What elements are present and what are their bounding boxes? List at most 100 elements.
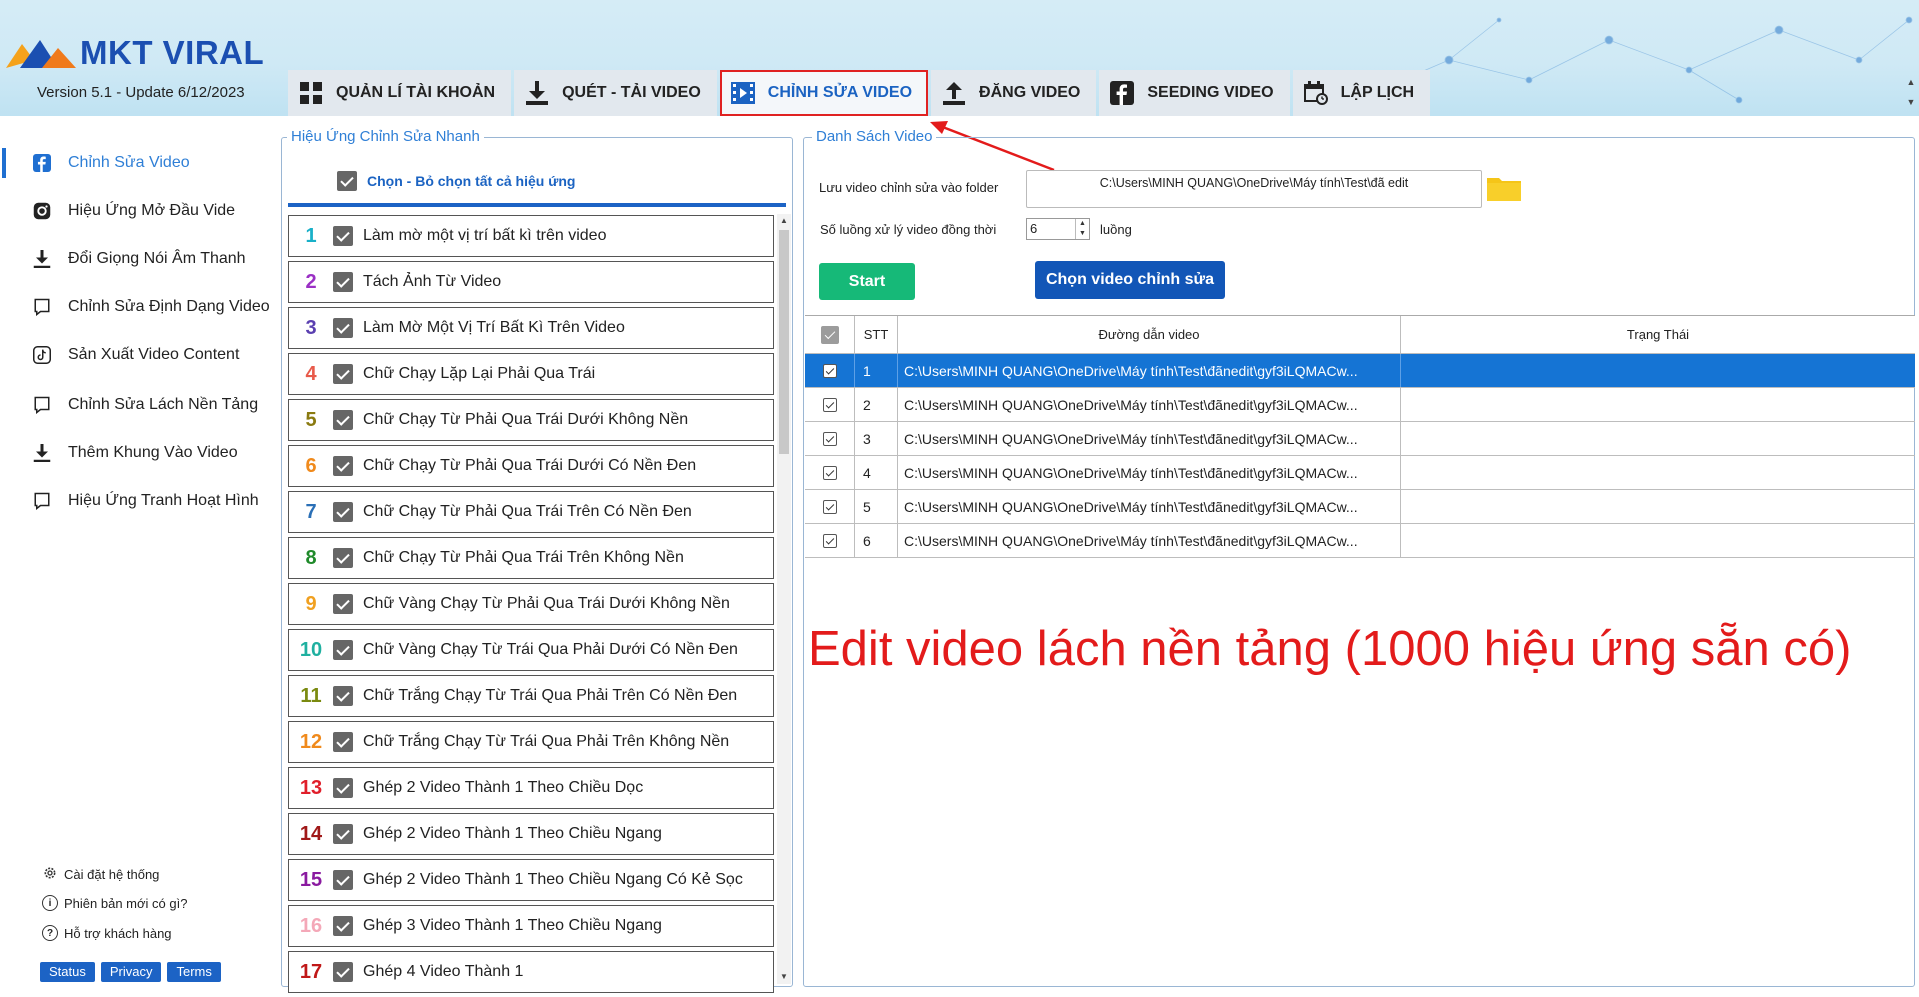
table-row[interactable]: 1 C:\Users\MINH QUANG\OneDrive\Máy tính\T…	[805, 354, 1915, 388]
folder-icon[interactable]	[1486, 174, 1522, 202]
effect-row[interactable]: 14 Ghép 2 Video Thành 1 Theo Chiều Ngang	[288, 813, 774, 855]
effect-row[interactable]: 1 Làm mờ một vị trí bất kì trên video	[288, 215, 774, 257]
effect-row[interactable]: 15 Ghép 2 Video Thành 1 Theo Chiều Ngang …	[288, 859, 774, 901]
customer-support-link[interactable]: ? Hỗ trợ khách hàng	[42, 925, 172, 941]
terms-chip[interactable]: Terms	[167, 962, 221, 982]
stepper-arrows-icon[interactable]: ▲ ▼	[1075, 219, 1089, 239]
facebook-icon	[32, 153, 52, 173]
effect-row[interactable]: 16 Ghép 3 Video Thành 1 Theo Chiều Ngang	[288, 905, 774, 947]
effect-row[interactable]: 3 Làm Mờ Một Vị Trí Bất Kì Trên Video	[288, 307, 774, 349]
checkbox-checked-icon[interactable]	[333, 824, 353, 844]
save-folder-field[interactable]: C:\Users\MINH QUANG\OneDrive\Máy tính\Te…	[1026, 170, 1482, 208]
tab-account-management[interactable]: QUẢN LÍ TÀI KHOẢN	[288, 70, 512, 116]
checkbox-checked-icon[interactable]	[333, 778, 353, 798]
checkbox-checked-icon	[822, 465, 837, 480]
scroll-up-icon[interactable]: ▲	[777, 214, 791, 228]
calendar-clock-icon	[1303, 80, 1329, 106]
sidebar-item-add-frame[interactable]: Thêm Khung Vào Video	[0, 432, 274, 474]
chat-bubble-icon	[32, 491, 52, 511]
sidebar-item-intro-effect[interactable]: Hiệu Ứng Mở Đầu Vide	[0, 190, 274, 232]
network-decoration	[1375, 16, 1913, 104]
row-checkbox[interactable]	[805, 490, 855, 523]
row-checkbox[interactable]	[805, 524, 855, 557]
effect-number: 5	[305, 408, 317, 431]
effects-scrollbar[interactable]: ▲ ▼	[777, 214, 791, 984]
effect-row[interactable]: 6 Chữ Chạy Từ Phải Qua Trái Dưới Có Nền Đ…	[288, 445, 774, 487]
whats-new-link[interactable]: i Phiên bản mới có gì?	[42, 895, 187, 911]
checkbox-checked-icon[interactable]	[333, 686, 353, 706]
row-stt: 2	[855, 388, 898, 421]
effect-row[interactable]: 4 Chữ Chạy Lặp Lại Phải Qua Trái	[288, 353, 774, 395]
checkbox-checked-icon[interactable]	[333, 962, 353, 982]
system-settings-link[interactable]: Cài đặt hệ thống	[42, 865, 159, 884]
effect-label: Ghép 3 Video Thành 1 Theo Chiều Ngang	[363, 917, 662, 934]
table-row[interactable]: 6 C:\Users\MINH QUANG\OneDrive\Máy tính\T…	[805, 524, 1915, 558]
checkbox-checked-icon[interactable]	[333, 594, 353, 614]
threads-stepper[interactable]: 6 ▲ ▼	[1026, 218, 1090, 240]
sidebar-item-edit-video[interactable]: Chỉnh Sửa Video	[0, 142, 274, 184]
checkbox-checked-icon[interactable]	[333, 640, 353, 660]
privacy-chip[interactable]: Privacy	[100, 962, 162, 982]
checkbox-checked-icon[interactable]	[333, 410, 353, 430]
table-row[interactable]: 2 C:\Users\MINH QUANG\OneDrive\Máy tính\T…	[805, 388, 1915, 422]
status-chip[interactable]: Status	[40, 962, 95, 982]
effect-row[interactable]: 17 Ghép 4 Video Thành 1	[288, 951, 774, 993]
row-checkbox[interactable]	[805, 422, 855, 455]
column-header-path[interactable]: Đường dẫn video	[898, 316, 1401, 353]
effect-number: 6	[305, 454, 317, 477]
tab-schedule[interactable]: LẬP LỊCH	[1292, 70, 1431, 116]
checkbox-checked-icon[interactable]	[333, 732, 353, 752]
column-header-status[interactable]: Trạng Thái	[1401, 316, 1915, 353]
header-select-all[interactable]	[805, 316, 855, 353]
checkbox-checked-icon[interactable]	[333, 916, 353, 936]
effect-row[interactable]: 9 Chữ Vàng Chạy Từ Phải Qua Trái Dưới Khô…	[288, 583, 774, 625]
effect-row[interactable]: 8 Chữ Chạy Từ Phải Qua Trái Trên Không Nề…	[288, 537, 774, 579]
row-status	[1401, 388, 1915, 421]
row-status	[1401, 524, 1915, 557]
checkbox-checked-icon	[822, 397, 837, 412]
checkbox-checked-icon[interactable]	[333, 548, 353, 568]
tab-seeding-video[interactable]: SEEDING VIDEO	[1099, 70, 1290, 116]
checkbox-checked-icon[interactable]	[333, 870, 353, 890]
sidebar-item-platform-bypass[interactable]: Chỉnh Sửa Lách Nền Tảng	[0, 384, 274, 426]
table-row[interactable]: 5 C:\Users\MINH QUANG\OneDrive\Máy tính\T…	[805, 490, 1915, 524]
scroll-down-icon[interactable]: ▼	[777, 970, 791, 984]
row-checkbox[interactable]	[805, 388, 855, 421]
tab-scan-download[interactable]: QUÉT - TẢI VIDEO	[514, 70, 717, 116]
tab-edit-video[interactable]: CHỈNH SỬA VIDEO	[719, 70, 929, 116]
effect-row[interactable]: 12 Chữ Trắng Chạy Từ Trái Qua Phải Trên K…	[288, 721, 774, 763]
effect-row[interactable]: 11 Chữ Trắng Chạy Từ Trái Qua Phải Trên C…	[288, 675, 774, 717]
table-row[interactable]: 3 C:\Users\MINH QUANG\OneDrive\Máy tính\T…	[805, 422, 1915, 456]
row-path: C:\Users\MINH QUANG\OneDrive\Máy tính\Te…	[898, 524, 1401, 557]
promo-caption: Edit video lách nền tảng (1000 hiệu ứng …	[808, 622, 1852, 676]
sidebar-item-content-production[interactable]: Sản Xuất Video Content	[0, 334, 274, 376]
effect-row[interactable]: 5 Chữ Chạy Từ Phải Qua Trái Dưới Không Nề…	[288, 399, 774, 441]
effect-label: Chữ Chạy Từ Phải Qua Trái Trên Không Nền	[363, 549, 684, 566]
checkbox-checked-icon[interactable]	[333, 272, 353, 292]
row-status	[1401, 422, 1915, 455]
effect-row[interactable]: 10 Chữ Vàng Chạy Từ Trái Qua Phải Dưới Có…	[288, 629, 774, 671]
sidebar-item-format-edit[interactable]: Chỉnh Sửa Định Dạng Video	[0, 286, 274, 328]
header-scroll[interactable]: ▲ ▼	[1905, 72, 1917, 116]
select-all-effects-checkbox[interactable]: Chọn - Bỏ chọn tất cả hiệu ứng	[337, 171, 575, 191]
choose-video-button[interactable]: Chọn video chỉnh sửa	[1035, 261, 1225, 299]
checkbox-checked-icon[interactable]	[333, 364, 353, 384]
column-header-stt[interactable]: STT	[855, 316, 898, 353]
effect-row[interactable]: 7 Chữ Chạy Từ Phải Qua Trái Trên Có Nền Đ…	[288, 491, 774, 533]
sidebar-item-cartoon-effect[interactable]: Hiệu Ứng Tranh Hoạt Hình	[0, 480, 274, 522]
row-path: C:\Users\MINH QUANG\OneDrive\Máy tính\Te…	[898, 422, 1401, 455]
checkbox-checked-icon[interactable]	[333, 318, 353, 338]
row-checkbox[interactable]	[805, 456, 855, 489]
start-button[interactable]: Start	[819, 263, 915, 300]
row-checkbox[interactable]	[805, 354, 855, 387]
checkbox-checked-icon[interactable]	[333, 226, 353, 246]
effect-row[interactable]: 2 Tách Ảnh Từ Video	[288, 261, 774, 303]
effect-row[interactable]: 13 Ghép 2 Video Thành 1 Theo Chiều Dọc	[288, 767, 774, 809]
tab-post-video[interactable]: ĐĂNG VIDEO	[931, 70, 1097, 116]
sidebar-item-voice-change[interactable]: Đổi Giọng Nói Âm Thanh	[0, 238, 274, 280]
table-row[interactable]: 4 C:\Users\MINH QUANG\OneDrive\Máy tính\T…	[805, 456, 1915, 490]
checkbox-checked-icon[interactable]	[333, 456, 353, 476]
checkbox-checked-icon[interactable]	[333, 502, 353, 522]
row-stt: 5	[855, 490, 898, 523]
scroll-thumb[interactable]	[779, 230, 789, 454]
